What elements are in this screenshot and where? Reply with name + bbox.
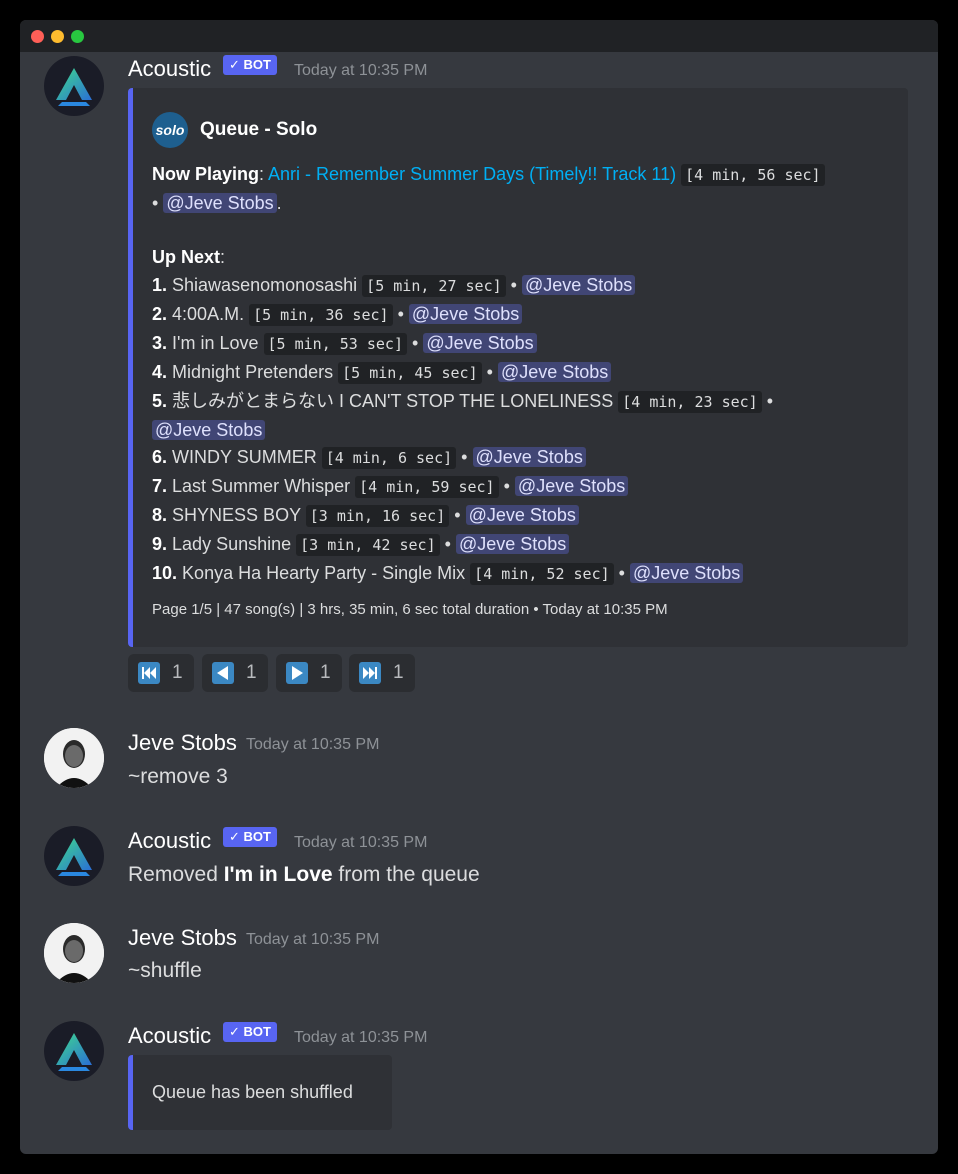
close-window-button[interactable] [31, 30, 44, 43]
queue-track: 9. Lady Sunshine [3 min, 42 sec] • @Jeve… [152, 531, 570, 558]
footer-timestamp: Today at 10:35 PM [542, 601, 668, 618]
queue-track-requester: @Jeve Stobs [152, 417, 266, 443]
acoustic-logo-icon [56, 68, 92, 106]
queue-track: 4. Midnight Pretenders [5 min, 45 sec] •… [152, 359, 612, 386]
user-mention[interactable]: @Jeve Stobs [423, 333, 537, 353]
last-page-button[interactable]: 1 [349, 654, 415, 692]
queue-track: 3. I'm in Love [5 min, 53 sec] • @Jeve S… [152, 330, 537, 357]
queue-track: 1. Shiawasenomonosashi [5 min, 27 sec] •… [152, 272, 636, 299]
message-author[interactable]: Jeve Stobs [128, 925, 237, 951]
message-timestamp: Today at 10:35 PM [294, 1029, 428, 1046]
up-next-heading: Up Next: [152, 247, 226, 267]
embed-description: Queue has been shuffled [152, 1082, 353, 1102]
queue-embed: solo Queue - Solo Now Playing: Anri - Re… [128, 88, 908, 647]
queue-track: 5. 悲しみがとまらない I CAN'T STOP THE LONELINESS… [152, 391, 774, 413]
user-mention[interactable]: @Jeve Stobs [514, 476, 629, 496]
now-playing-requester-line: • @Jeve Stobs. [152, 193, 282, 213]
now-playing-link[interactable]: Anri - Remember Summer Days (Timely!! Tr… [268, 164, 676, 184]
message-timestamp: Today at 10:35 PM [246, 736, 380, 753]
acoustic-logo-icon [56, 838, 92, 876]
solo-logo-icon: solo [152, 112, 188, 148]
queue-track: 6. WINDY SUMMER [4 min, 6 sec] • @Jeve S… [152, 444, 586, 471]
user-mention[interactable]: @Jeve Stobs [497, 362, 612, 382]
message-author[interactable]: Acoustic [128, 56, 211, 82]
queue-track: 8. SHYNESS BOY [3 min, 16 sec] • @Jeve S… [152, 502, 579, 529]
queue-track: 2. 4:00A.M. [5 min, 36 sec] • @Jeve Stob… [152, 301, 523, 328]
now-playing-line: Now Playing: Anri - Remember Summer Days… [152, 161, 825, 188]
next-page-button[interactable]: 1 [276, 654, 342, 692]
next-page-icon [286, 662, 308, 684]
user-mention[interactable]: @Jeve Stobs [408, 304, 523, 324]
chat-window: Acoustic ✓ BOT Today at 10:35 PM solo Qu… [20, 20, 938, 1154]
acoustic-avatar[interactable] [44, 56, 104, 116]
last-page-icon [359, 662, 381, 684]
acoustic-logo-icon [56, 1033, 92, 1071]
user-mention[interactable]: @Jeve Stobs [455, 534, 570, 554]
shuffle-embed: Queue has been shuffled [128, 1055, 392, 1130]
first-page-icon [138, 662, 160, 684]
user-mention[interactable]: @Jeve Stobs [629, 563, 744, 583]
message-timestamp: Today at 10:35 PM [246, 931, 380, 948]
previous-page-icon [212, 662, 234, 684]
now-playing-duration: [4 min, 56 sec] [681, 164, 825, 186]
now-playing-label: Now Playing [152, 164, 260, 184]
message-author[interactable]: Acoustic [128, 1023, 211, 1049]
message-author[interactable]: Jeve Stobs [128, 730, 237, 756]
acoustic-avatar[interactable] [44, 1021, 104, 1081]
message-author[interactable]: Acoustic [128, 828, 211, 854]
bot-badge: ✓ BOT [223, 1022, 277, 1042]
previous-page-button[interactable]: 1 [202, 654, 268, 692]
queue-track: 10. Konya Ha Hearty Party - Single Mix [… [152, 560, 744, 587]
user-mention[interactable]: @Jeve Stobs [163, 193, 277, 213]
acoustic-avatar[interactable] [44, 826, 104, 886]
user-portrait-icon [44, 728, 104, 788]
user-mention[interactable]: @Jeve Stobs [521, 275, 636, 295]
bot-badge: ✓ BOT [223, 55, 277, 75]
jeve-stobs-avatar[interactable] [44, 923, 104, 983]
user-mention[interactable]: @Jeve Stobs [152, 420, 266, 440]
window-titlebar [20, 20, 938, 52]
message-timestamp: Today at 10:35 PM [294, 62, 428, 79]
queue-track: 7. Last Summer Whisper [4 min, 59 sec] •… [152, 473, 629, 500]
minimize-window-button[interactable] [51, 30, 64, 43]
embed-author: Queue - Solo [200, 119, 318, 140]
maximize-window-button[interactable] [71, 30, 84, 43]
message-timestamp: Today at 10:35 PM [294, 834, 428, 851]
message-content: ~remove 3 [128, 765, 228, 788]
bot-badge: ✓ BOT [223, 827, 277, 847]
user-mention[interactable]: @Jeve Stobs [465, 505, 579, 525]
jeve-stobs-avatar[interactable] [44, 728, 104, 788]
embed-footer: Page 1/5 | 47 song(s) | 3 hrs, 35 min, 6… [152, 601, 668, 618]
user-portrait-icon [44, 923, 104, 983]
message-content: Removed I'm in Love from the queue [128, 863, 480, 886]
first-page-button[interactable]: 1 [128, 654, 194, 692]
message-content: ~shuffle [128, 959, 202, 982]
user-mention[interactable]: @Jeve Stobs [472, 447, 586, 467]
